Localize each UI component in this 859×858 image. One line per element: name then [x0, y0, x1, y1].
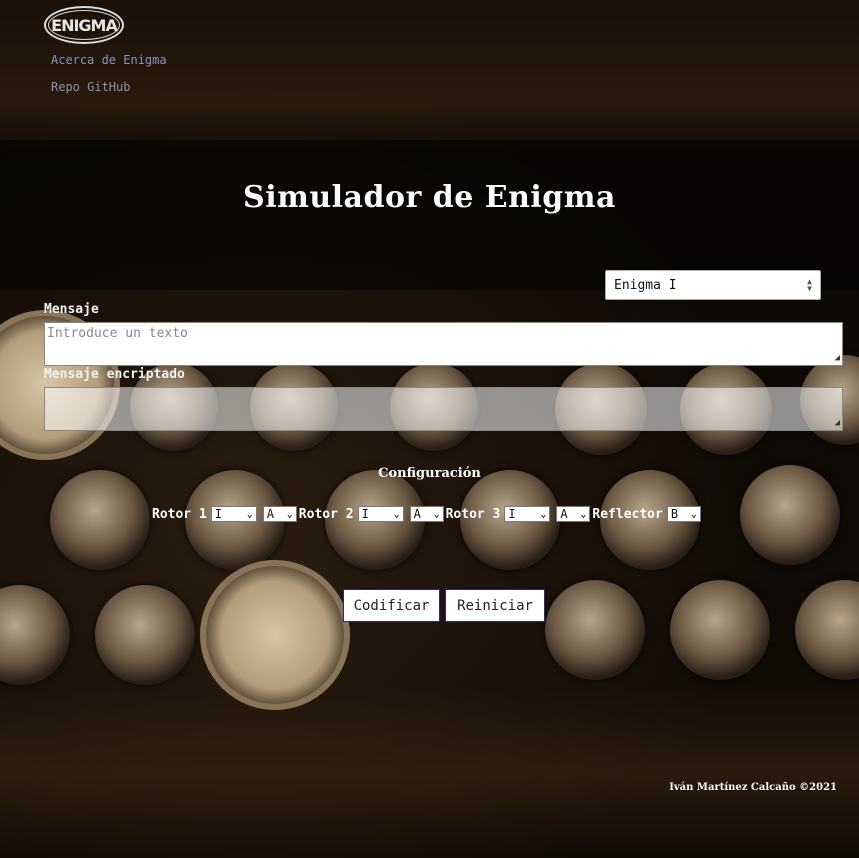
rotor-1-select[interactable]: I ⌄	[210, 506, 257, 522]
chevron-down-icon: ⌄	[580, 508, 587, 520]
rotor-1-label: Rotor 1	[152, 506, 207, 522]
rotor-3-label: Rotor 3	[445, 506, 501, 522]
rotor-config-row: Rotor 1 I ⌄ A ⌄ Rotor 2 I ⌄ A ⌄ Rotor 3 I ⌄ A…	[152, 506, 703, 522]
enigma-model-select[interactable]: Enigma I ▲ ▼	[605, 270, 821, 300]
chevron-down-icon: ⌄	[393, 508, 400, 520]
page-title: Simulador de Enigma	[243, 180, 616, 215]
chevron-down-icon: ⌄	[246, 508, 253, 520]
message-label: Mensaje	[44, 302, 99, 317]
resize-grip-icon[interactable]: ◢	[835, 353, 840, 363]
rotor-2-label: Rotor 2	[298, 506, 354, 522]
nav-link-github[interactable]: Repo GitHub	[51, 80, 130, 94]
chevron-down-icon: ⌄	[690, 508, 697, 520]
rotor-2-select[interactable]: I ⌄	[357, 506, 404, 522]
rotor-1-position-select[interactable]: A ⌄	[262, 506, 297, 522]
chevron-down-icon: ⌄	[433, 508, 440, 520]
rotor-3-select[interactable]: I ⌄	[504, 506, 551, 522]
logo-text: ENIGMA	[48, 10, 120, 40]
message-input[interactable]: Introduce un texto ◢	[44, 322, 843, 366]
model-select-value: Enigma I	[614, 277, 677, 293]
nav-link-about[interactable]: Acerca de Enigma	[51, 53, 167, 67]
rotor-3-position-select[interactable]: A ⌄	[556, 506, 591, 522]
chevron-down-icon: ⌄	[540, 508, 547, 520]
chevron-down-icon: ⌄	[286, 508, 293, 520]
updown-arrows-icon: ▲ ▼	[807, 277, 812, 293]
encrypted-message-label: Mensaje encriptado	[44, 367, 185, 382]
enigma-logo[interactable]: ENIGMA	[44, 6, 124, 44]
footer-credit: Iván Martínez Calcaño ©2021	[669, 782, 837, 793]
encode-button[interactable]: Codificar	[343, 589, 440, 622]
reset-button[interactable]: Reiniciar	[445, 589, 545, 622]
reflector-select[interactable]: B ⌄	[666, 506, 701, 522]
resize-grip-icon[interactable]: ◢	[835, 418, 840, 428]
rotor-2-position-select[interactable]: A ⌄	[409, 506, 444, 522]
message-placeholder: Introduce un texto	[47, 326, 188, 341]
encrypted-message-output[interactable]: ◢	[44, 387, 843, 431]
config-title: Configuración	[378, 466, 481, 481]
reflector-label: Reflector	[592, 506, 663, 522]
